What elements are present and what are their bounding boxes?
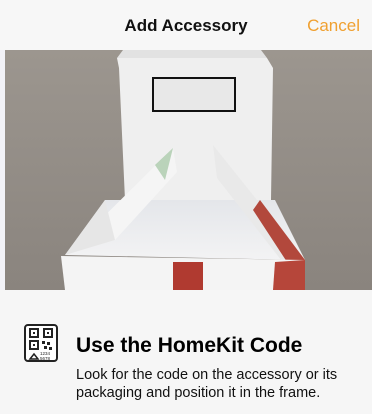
navigation-bar: Add Accessory Cancel [0, 0, 372, 50]
cancel-button[interactable]: Cancel [307, 16, 360, 36]
icon-code-line2: 5678 [40, 356, 51, 361]
scan-frame [152, 77, 236, 112]
camera-viewfinder[interactable] [5, 50, 372, 290]
instruction-heading: Use the HomeKit Code [76, 334, 303, 357]
instruction-body: Look for the code on the accessory or it… [76, 367, 338, 401]
instructions-panel: 1234 5678 Use the HomeKit Code Look for … [0, 290, 372, 414]
camera-feed-image [5, 50, 372, 290]
homekit-code-icon: 1234 5678 [24, 324, 58, 362]
